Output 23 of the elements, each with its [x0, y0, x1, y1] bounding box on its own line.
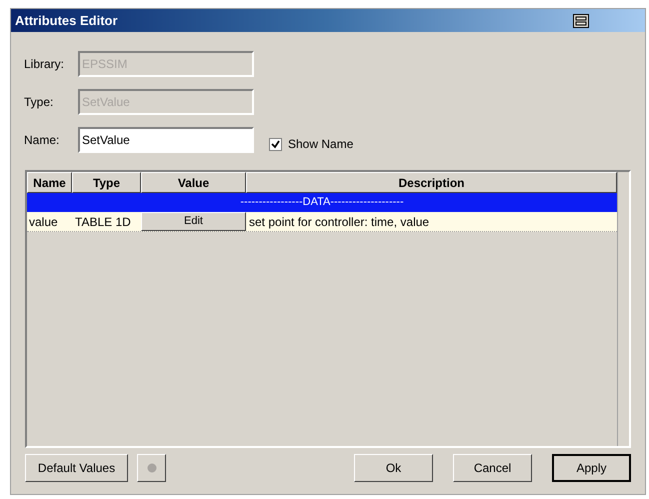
default-values-button[interactable]: Default Values [25, 454, 128, 482]
show-name-checkbox[interactable] [269, 138, 282, 150]
section-row[interactable]: -----------------DATA-------------------- [27, 193, 617, 212]
field-label: Type: [24, 94, 54, 111]
window-title: Attributes Editor [15, 12, 118, 30]
info-icon [146, 462, 156, 474]
table-cell-text: value [28, 214, 59, 230]
table-cell-text: TABLE 1D [74, 214, 132, 230]
dialog-button[interactable]: Cancel [453, 454, 532, 482]
field-label: Library: [24, 56, 66, 73]
edit-button[interactable]: Edit [141, 212, 246, 231]
check-icon [271, 140, 280, 148]
table-cell-text: set point for controller: time, value [248, 214, 430, 230]
dialog-button[interactable]: Apply [552, 454, 631, 482]
checkbox-label: Show Name [288, 136, 354, 153]
text-field[interactable]: SetValue [78, 127, 254, 153]
column-header[interactable]: Value [141, 172, 246, 193]
column-header[interactable]: Name [27, 172, 72, 193]
window-icon[interactable] [573, 14, 589, 28]
column-header[interactable]: Description [246, 172, 617, 193]
column-header[interactable]: Type [72, 172, 141, 193]
field-label: Name: [24, 132, 60, 149]
dialog-button[interactable]: Ok [354, 454, 433, 482]
